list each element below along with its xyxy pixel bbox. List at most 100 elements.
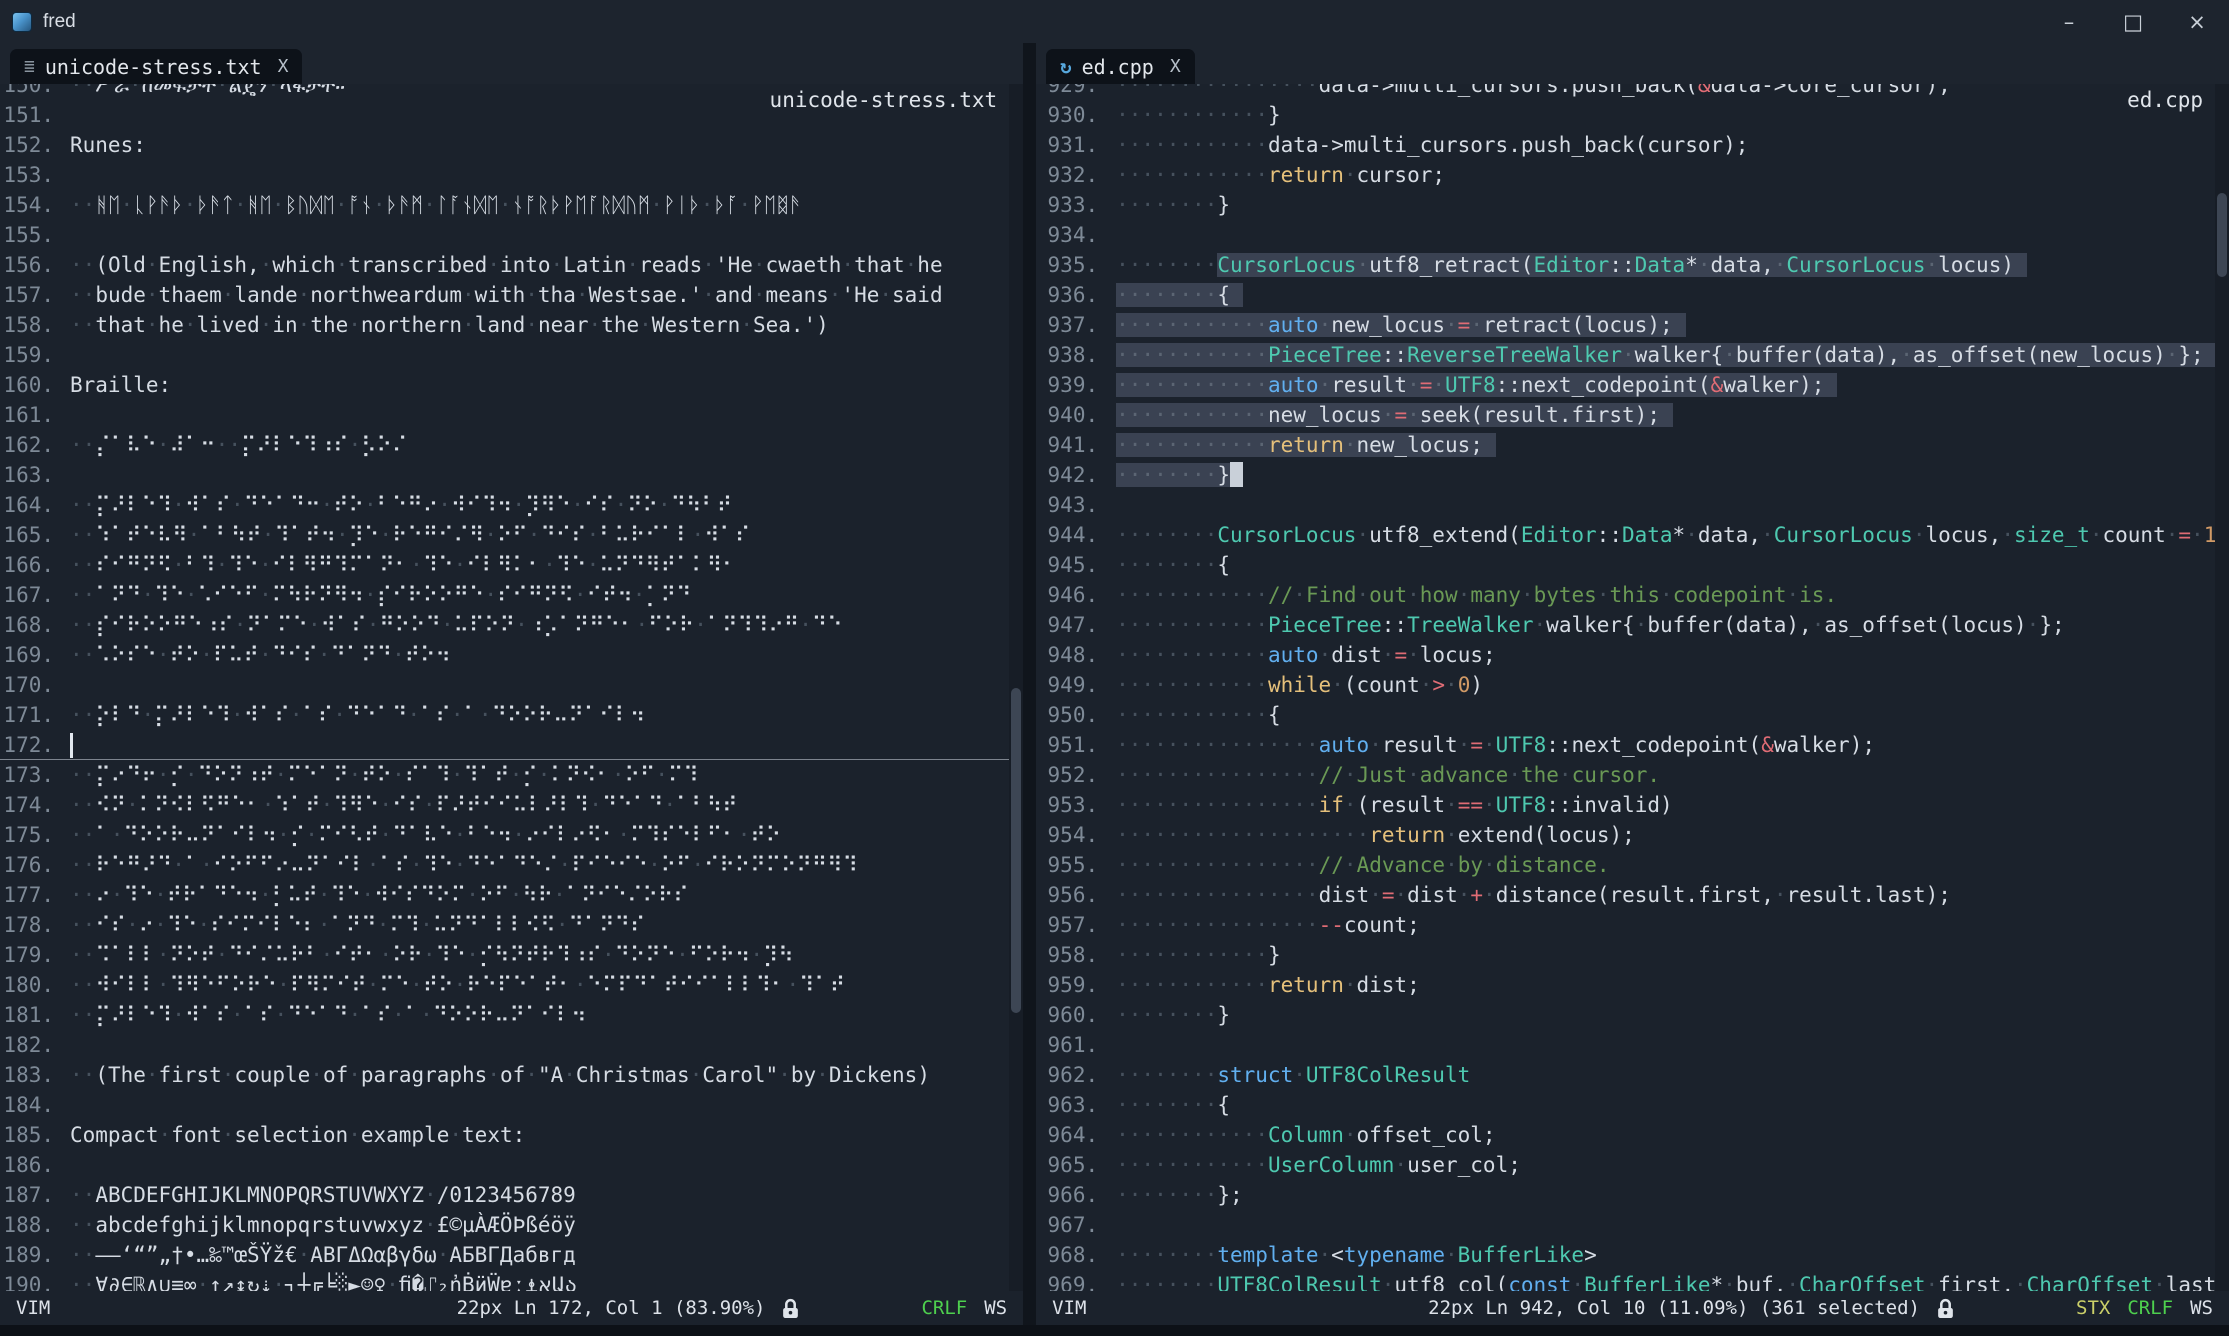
code-line[interactable]: 169.··⠡⠕⠎⠑·⠞⠕·⠏⠥⠞·⠙⠊⠎·⠙⠁⠝⠙·⠞⠕⠲ bbox=[0, 640, 1023, 670]
code-line[interactable]: 933.········} bbox=[1036, 190, 2229, 220]
code-line[interactable]: 167.··⠁⠝⠙·⠹⠑·⠡⠊⠑⠋·⠍⠳⠗⠝⠻⠲·⡎⠊⠗⠕⠕⠛⠑·⠎⠊⠛⠝⠫·⠊… bbox=[0, 580, 1023, 610]
code-line[interactable]: 968.········template·<typename·BufferLik… bbox=[1036, 1240, 2229, 1270]
code-line[interactable]: 961. bbox=[1036, 1030, 2229, 1060]
code-line[interactable]: 967. bbox=[1036, 1210, 2229, 1240]
whitespace-indicator[interactable]: WS bbox=[984, 1297, 1007, 1319]
code-line[interactable]: 170. bbox=[0, 670, 1023, 700]
code-line[interactable]: 187.··ABCDEFGHIJKLMNOPQRSTUVWXYZ·/012345… bbox=[0, 1180, 1023, 1210]
eol-indicator[interactable]: CRLF bbox=[2127, 1297, 2173, 1319]
tab-close-icon[interactable]: X bbox=[278, 56, 289, 77]
code-line[interactable]: 940.············new_locus·=·seek(result.… bbox=[1036, 400, 2229, 430]
code-line[interactable]: 947.············PieceTree::TreeWalker·wa… bbox=[1036, 610, 2229, 640]
code-line[interactable]: 939.············auto·result·=·UTF8::next… bbox=[1036, 370, 2229, 400]
lock-icon[interactable] bbox=[782, 1298, 799, 1319]
code-line[interactable]: 938.············PieceTree::ReverseTreeWa… bbox=[1036, 340, 2229, 370]
left-editor-surface[interactable]: 150.··ሥራ·ከመፍታት·ልጄን·ላፋታት።151.152.Runes:15… bbox=[0, 84, 1023, 1291]
code-line[interactable]: 934. bbox=[1036, 220, 2229, 250]
code-line[interactable]: 931.············data->multi_cursors.push… bbox=[1036, 130, 2229, 160]
code-line[interactable]: 966.········}; bbox=[1036, 1180, 2229, 1210]
code-line[interactable]: 937.············auto·new_locus·=·retract… bbox=[1036, 310, 2229, 340]
code-line[interactable]: 965.············UserColumn·user_col; bbox=[1036, 1150, 2229, 1180]
code-line[interactable]: 954.····················return·extend(lo… bbox=[1036, 820, 2229, 850]
code-line[interactable]: 929.················data->multi_cursors.… bbox=[1036, 84, 2229, 100]
pane-splitter[interactable] bbox=[1023, 43, 1036, 1325]
code-line[interactable]: 179.··⠩⠁⠇⠇·⠝⠕⠞·⠙⠊⠌⠥⠗⠃·⠊⠞⠂·⠕⠗·⠹⠑·⡊⠳⠝⠞⠗⠹⠰⠎… bbox=[0, 940, 1023, 970]
code-line[interactable]: 165.··⠱⠁⠞⠑⠧⠻·⠁⠃⠳⠞·⠹⠁⠞⠲·⡹⠑·⠗⠑⠛⠊⠌⠻·⠕⠋·⠙⠊⠎·… bbox=[0, 520, 1023, 550]
lock-icon[interactable] bbox=[1937, 1298, 1954, 1319]
code-line[interactable]: 168.··⡎⠊⠗⠕⠕⠛⠑⠰⠎·⠝⠁⠍⠑·⠺⠁⠎·⠛⠕⠕⠙·⠥⠏⠕⠝·⠰⡡⠁⠝⠛… bbox=[0, 610, 1023, 640]
tab-close-icon[interactable]: X bbox=[1170, 56, 1181, 77]
code-line[interactable]: 189.··–—‘“”„†•…‰™œŠŸž€·ΑΒΓΔΩαβγδω·АБВГДа… bbox=[0, 1240, 1023, 1270]
code-line[interactable]: 177.··⠔·⠹⠑·⠞⠗⠁⠙⠑⠲·⡃⠥⠞·⠹⠑·⠺⠊⠎⠙⠕⠍·⠕⠋·⠳⠗·⠁⠝… bbox=[0, 880, 1023, 910]
code-line[interactable]: 175.··⠁·⠙⠕⠕⠗⠤⠝⠁⠊⠇⠲·⡊·⠍⠊⠣⠞·⠙⠁⠧⠑·⠃⠑⠲·⠔⠊⠇⠔⠫… bbox=[0, 820, 1023, 850]
code-line[interactable]: 952.················//·Just·advance·the·… bbox=[1036, 760, 2229, 790]
code-line[interactable]: 953.················if·(result·==·UTF8::… bbox=[1036, 790, 2229, 820]
tab-ed-cpp[interactable]: ↻ ed.cpp X bbox=[1046, 49, 1195, 84]
code-line[interactable]: 185.Compact·font·selection·example·text: bbox=[0, 1120, 1023, 1150]
code-line[interactable]: 184. bbox=[0, 1090, 1023, 1120]
code-line[interactable]: 957.················--count; bbox=[1036, 910, 2229, 940]
code-line[interactable]: 944.········CursorLocus·utf8_extend(Edit… bbox=[1036, 520, 2229, 550]
code-line[interactable]: 942.········} bbox=[1036, 460, 2229, 490]
code-line[interactable]: 951.················auto·result·=·UTF8::… bbox=[1036, 730, 2229, 760]
code-line[interactable]: 946.············//·Find·out·how·many·byt… bbox=[1036, 580, 2229, 610]
code-line[interactable]: 936.········{ bbox=[1036, 280, 2229, 310]
code-line[interactable]: 935.········CursorLocus·utf8_retract(Edi… bbox=[1036, 250, 2229, 280]
code-line[interactable]: 152.Runes: bbox=[0, 130, 1023, 160]
code-line[interactable]: 182. bbox=[0, 1030, 1023, 1060]
code-line[interactable]: 949.············while·(count·>·0) bbox=[1036, 670, 2229, 700]
code-line[interactable]: 161. bbox=[0, 400, 1023, 430]
code-line[interactable]: 160.Braille: bbox=[0, 370, 1023, 400]
code-line[interactable]: 188.··abcdefghijklmnopqrstuvwxyz·£©µÀÆÖÞ… bbox=[0, 1210, 1023, 1240]
code-line[interactable]: 190.··∀∂∈ℝ∧∪≡∞·↑↗↨↻⇣·┐┼╔╘░►☺♀·ﬁ�⑀₂ἠḂӥẄɐː… bbox=[0, 1270, 1023, 1291]
right-scrollbar[interactable] bbox=[2215, 84, 2229, 1291]
right-scrollbar-thumb[interactable] bbox=[2217, 193, 2227, 277]
code-line[interactable]: 172. bbox=[0, 730, 1023, 760]
code-line[interactable]: 948.············auto·dist·=·locus; bbox=[1036, 640, 2229, 670]
code-line[interactable]: 969.········UTF8ColResult·utf8_col(const… bbox=[1036, 1270, 2229, 1291]
code-line[interactable]: 943. bbox=[1036, 490, 2229, 520]
code-line[interactable]: 930.············} bbox=[1036, 100, 2229, 130]
code-line[interactable]: 958.············} bbox=[1036, 940, 2229, 970]
code-line[interactable]: 178.··⠊⠎·⠔·⠹⠑·⠎⠊⠍⠊⠇⠑⠆·⠁⠝⠙·⠍⠹·⠥⠝⠙⠁⠇⠇⠪⠫·⠙⠁… bbox=[0, 910, 1023, 940]
code-line[interactable]: 186. bbox=[0, 1150, 1023, 1180]
code-line[interactable]: 956.················dist·=·dist·+·distan… bbox=[1036, 880, 2229, 910]
code-line[interactable]: 959.············return·dist; bbox=[1036, 970, 2229, 1000]
eol-indicator[interactable]: CRLF bbox=[921, 1297, 967, 1319]
code-line[interactable]: 964.············Column·offset_col; bbox=[1036, 1120, 2229, 1150]
tab-unicode-stress[interactable]: ≣ unicode-stress.txt X bbox=[10, 49, 302, 84]
close-button[interactable]: × bbox=[2165, 0, 2229, 43]
code-line[interactable]: 180.··⠺⠊⠇⠇·⠹⠻⠑⠋⠕⠗⠑·⠏⠻⠍⠊⠞·⠍⠑·⠞⠕·⠗⠑⠏⠑⠁⠞⠂·⠑… bbox=[0, 970, 1023, 1000]
code-line[interactable]: 154.··ᚻᛖ·ᚳᚹᚫᚦ·ᚦᚫᛏ·ᚻᛖ·ᛒᚢᛞᛖ·ᚩᚾ·ᚦᚫᛗ·ᛚᚪᚾᛞᛖ·ᚾ… bbox=[0, 190, 1023, 220]
maximize-button[interactable]: □ bbox=[2101, 0, 2165, 43]
code-line[interactable]: 157.··bude·thaem·lande·northweardum·with… bbox=[0, 280, 1023, 310]
left-scrollbar[interactable] bbox=[1009, 84, 1023, 1291]
code-line[interactable]: 158.··that·he·lived·in·the·northern·land… bbox=[0, 310, 1023, 340]
code-line[interactable]: 174.··⠪⠝·⠅⠝⠪⠇⠫⠛⠑⠂·⠱⠁⠞·⠹⠻⠑·⠊⠎·⠏⠜⠞⠊⠊⠥⠇⠜⠇⠹·… bbox=[0, 790, 1023, 820]
encoding-indicator[interactable]: STX bbox=[2076, 1297, 2110, 1319]
left-scrollbar-thumb[interactable] bbox=[1011, 688, 1021, 1014]
code-line[interactable]: 173.··⡍⠔⠙⠖·⡊·⠙⠕⠝⠰⠞·⠍⠑⠁⠝·⠞⠕·⠎⠁⠹·⠹⠁⠞·⡊·⠅⠝⠪… bbox=[0, 760, 1023, 790]
code-line[interactable]: 955.················//·Advance·by·distan… bbox=[1036, 850, 2229, 880]
code-line[interactable]: 153. bbox=[0, 160, 1023, 190]
code-line[interactable]: 162.··⡌⠁⠧⠑·⠼⠁⠒··⡍⠜⠇⠑⠹⠰⠎·⡣⠕⠌ bbox=[0, 430, 1023, 460]
code-line[interactable]: 155. bbox=[0, 220, 1023, 250]
code-line[interactable]: 941.············return·new_locus; bbox=[1036, 430, 2229, 460]
code-line[interactable]: 159. bbox=[0, 340, 1023, 370]
code-line[interactable]: 166.··⠎⠊⠛⠝⠫·⠃⠹·⠹⠑·⠊⠇⠻⠛⠹⠍⠁⠝⠂·⠹⠑·⠊⠇⠻⠅⠂·⠹⠑·… bbox=[0, 550, 1023, 580]
code-line[interactable]: 171.··⡕⠇⠙·⡍⠜⠇⠑⠹·⠺⠁⠎·⠁⠎·⠙⠑⠁⠙·⠁⠎·⠁·⠙⠕⠕⠗⠤⠝⠁… bbox=[0, 700, 1023, 730]
code-line[interactable]: 164.··⡍⠜⠇⠑⠹·⠺⠁⠎·⠙⠑⠁⠙⠒·⠞⠕·⠃⠑⠛⠔·⠺⠊⠹⠲·⡹⠻⠑·⠊… bbox=[0, 490, 1023, 520]
code-line[interactable]: 945.········{ bbox=[1036, 550, 2229, 580]
code-line[interactable]: 962.········struct·UTF8ColResult bbox=[1036, 1060, 2229, 1090]
code-line[interactable]: 176.··⠗⠑⠛⠜⠙·⠁·⠊⠕⠋⠋⠔⠤⠝⠁⠊⠇·⠁⠎·⠹⠑·⠙⠑⠁⠙⠑⠌·⠏⠊… bbox=[0, 850, 1023, 880]
whitespace-indicator[interactable]: WS bbox=[2190, 1297, 2213, 1319]
code-line[interactable]: 950.············{ bbox=[1036, 700, 2229, 730]
code-line[interactable]: 183.··(The·first·couple·of·paragraphs·of… bbox=[0, 1060, 1023, 1090]
code-line[interactable]: 156.··(Old·English,·which·transcribed·in… bbox=[0, 250, 1023, 280]
right-editor-surface[interactable]: 929.················data->multi_cursors.… bbox=[1036, 84, 2229, 1291]
minimize-button[interactable]: – bbox=[2037, 0, 2101, 43]
code-line[interactable]: 932.············return·cursor; bbox=[1036, 160, 2229, 190]
code-line[interactable]: 163. bbox=[0, 460, 1023, 490]
code-line[interactable]: 963.········{ bbox=[1036, 1090, 2229, 1120]
code-line[interactable]: 181.··⡍⠜⠇⠑⠹·⠺⠁⠎·⠁⠎·⠙⠑⠁⠙·⠁⠎·⠁·⠙⠕⠕⠗⠤⠝⠁⠊⠇⠲ bbox=[0, 1000, 1023, 1030]
